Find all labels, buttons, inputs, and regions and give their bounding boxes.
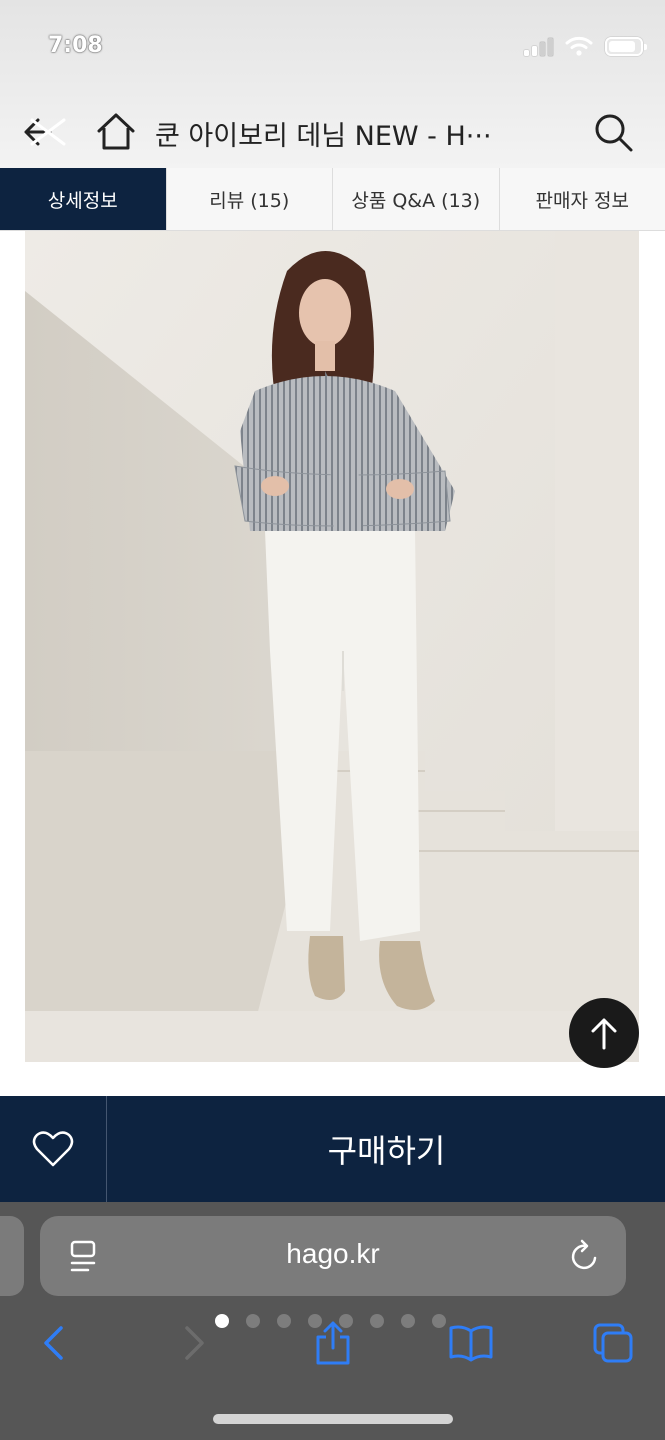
product-photo [25, 231, 639, 1062]
address-bar[interactable]: hago.kr [40, 1216, 626, 1296]
previous-tab-preview[interactable] [0, 1216, 24, 1296]
purchase-bar: 구매하기 [0, 1096, 665, 1202]
page-dot [277, 1314, 291, 1328]
page-dot [246, 1314, 260, 1328]
search-icon[interactable] [591, 110, 635, 154]
bookmarks-button[interactable] [446, 1318, 496, 1368]
heart-icon [32, 1131, 74, 1167]
status-icons [524, 36, 647, 56]
product-tabs: 상세정보 리뷰 (15) 상품 Q&A (13) 판매자 정보 [0, 168, 665, 231]
url-text: hago.kr [286, 1238, 380, 1269]
page-header: 쿤 아이보리 데님 NEW - H··· [0, 100, 665, 164]
chevron-left-icon [44, 1326, 63, 1360]
arrow-up-icon [591, 1018, 617, 1050]
wishlist-button[interactable] [0, 1096, 107, 1202]
top-bar: 7:08 쿤 아이보리 데님 NEW - H··· [0, 0, 665, 168]
home-icon[interactable] [94, 110, 138, 154]
page-dot [370, 1314, 384, 1328]
back-icon[interactable] [20, 110, 70, 154]
tabs-icon [593, 1323, 633, 1363]
chevron-right-icon [185, 1326, 204, 1360]
reload-icon[interactable] [568, 1238, 602, 1274]
cellular-signal-icon [524, 36, 553, 56]
book-icon [449, 1325, 493, 1362]
page-dot [432, 1314, 446, 1328]
share-button[interactable] [308, 1318, 358, 1368]
scroll-to-top-button[interactable] [569, 998, 639, 1068]
share-icon [316, 1321, 350, 1365]
tab-detail[interactable]: 상세정보 [0, 168, 167, 230]
tabs-button[interactable] [588, 1318, 638, 1368]
tab-reviews[interactable]: 리뷰 (15) [167, 168, 333, 230]
battery-icon [605, 36, 647, 56]
page-title: 쿤 아이보리 데님 NEW - H··· [155, 121, 492, 148]
tab-qna[interactable]: 상품 Q&A (13) [333, 168, 500, 230]
page-dot [401, 1314, 415, 1328]
tab-seller-info[interactable]: 판매자 정보 [500, 168, 665, 230]
buy-button[interactable]: 구매하기 [108, 1096, 665, 1202]
status-time: 7:08 [48, 33, 103, 58]
wifi-icon [565, 36, 593, 56]
browser-back-button[interactable] [28, 1318, 78, 1368]
home-indicator[interactable] [213, 1414, 453, 1424]
browser-forward-button[interactable] [170, 1318, 220, 1368]
